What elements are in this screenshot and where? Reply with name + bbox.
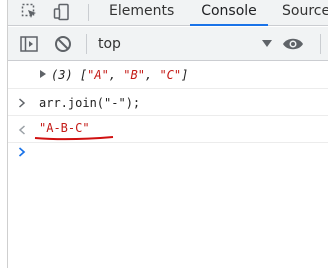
- toolbar-divider-right: [320, 34, 321, 54]
- expand-triangle-icon[interactable]: [40, 70, 46, 78]
- panel-left-edge: [0, 0, 8, 268]
- prompt-chevron-icon: [18, 147, 26, 157]
- chevron-down-icon: [262, 40, 272, 47]
- tab-sources[interactable]: Sources: [282, 0, 328, 26]
- execution-context-value: top: [98, 36, 121, 52]
- input-code[interactable]: arr.join("-");: [39, 96, 140, 110]
- execution-context-select[interactable]: top: [98, 33, 276, 55]
- console-prompt-row[interactable]: [8, 144, 328, 164]
- live-expression-eye-icon[interactable]: [282, 35, 304, 53]
- console-result-row: "A-B-C": [8, 117, 328, 143]
- input-prompt-icon: [19, 98, 26, 108]
- array-length: (3): [51, 68, 73, 82]
- result-arrow-icon: [18, 125, 25, 135]
- array-item: "C": [159, 68, 182, 82]
- tab-console[interactable]: Console: [190, 0, 268, 26]
- result-string[interactable]: "A-B-C": [39, 121, 90, 135]
- device-toolbar-icon[interactable]: [52, 3, 72, 21]
- array-preview[interactable]: (3) ["A", "B", "C"]: [51, 68, 188, 82]
- array-item: "A": [87, 68, 109, 82]
- devtools-tabbar: Elements Console Sources: [8, 0, 328, 26]
- array-item: "B": [123, 68, 145, 82]
- show-sidebar-icon[interactable]: [19, 35, 39, 53]
- inspect-element-icon[interactable]: [20, 3, 40, 21]
- red-underline-annotation: [34, 136, 114, 141]
- toolbar-divider: [86, 34, 87, 54]
- clear-console-icon[interactable]: [53, 35, 73, 53]
- array-close-bracket: ]: [181, 68, 189, 82]
- tabbar-divider: [88, 4, 89, 21]
- console-output-row: (3) ["A", "B", "C"]: [8, 62, 328, 89]
- tab-elements[interactable]: Elements: [109, 0, 177, 26]
- console-input-row: arr.join("-");: [8, 90, 328, 116]
- console-toolbar: top: [8, 27, 328, 61]
